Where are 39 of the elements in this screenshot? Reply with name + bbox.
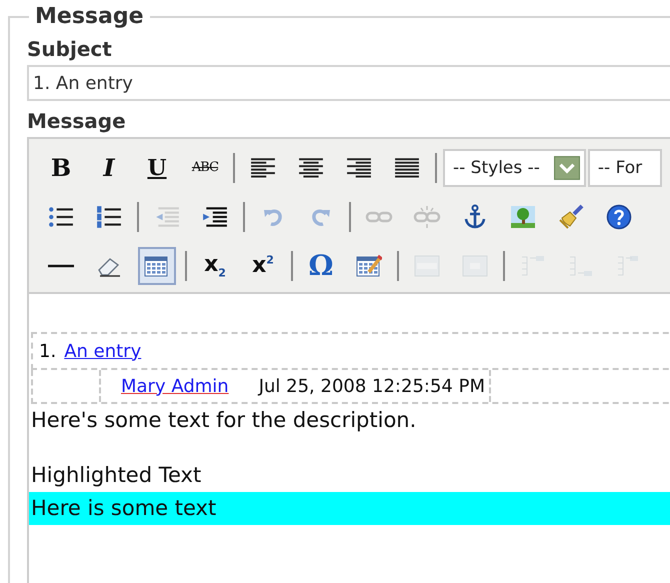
- anchor-icon: [463, 204, 487, 230]
- help-icon: [606, 204, 632, 230]
- styles-dropdown[interactable]: -- Styles --: [443, 148, 586, 186]
- line-icon: [48, 264, 74, 268]
- align-right-icon: [346, 156, 372, 178]
- italic-button[interactable]: I: [90, 148, 128, 186]
- table-cell-icon: [462, 254, 488, 278]
- fieldset-legend: Message: [29, 4, 150, 29]
- subscript-button[interactable]: x$_{2}$: [196, 246, 234, 284]
- brush-icon: [558, 204, 584, 230]
- paragraph: Highlighted Text: [30, 462, 202, 489]
- superscript-button[interactable]: x$^{2}$: [244, 246, 282, 284]
- description-text: Here's some text for the description.: [30, 407, 418, 434]
- entry-number: 1.: [39, 340, 56, 362]
- post-date: Jul 25, 2008 12:25:54 PM: [258, 376, 485, 396]
- table-button[interactable]: [138, 246, 176, 284]
- strikethrough-button[interactable]: ABC: [186, 148, 224, 186]
- numbered-list-icon: [96, 204, 122, 228]
- author-link[interactable]: Mary Admin: [121, 376, 229, 396]
- subject-label: Subject: [27, 37, 113, 61]
- align-center-icon: [298, 156, 324, 178]
- bullet-list-icon: [48, 204, 74, 228]
- highlighted-paragraph: Here is some text: [29, 492, 670, 525]
- subject-field[interactable]: 1. An entry: [27, 65, 670, 101]
- table-icon: [144, 254, 170, 278]
- unlink-icon: [413, 204, 441, 228]
- align-left-icon: [250, 156, 276, 178]
- table-row-icon: [414, 254, 440, 278]
- entry-link[interactable]: An entry: [64, 340, 142, 362]
- table-pencil-icon: [356, 254, 382, 278]
- justify-icon: [394, 156, 420, 178]
- indent-icon: [202, 204, 228, 228]
- special-char-button[interactable]: Ω: [302, 246, 340, 284]
- picture-icon: [510, 204, 536, 228]
- bold-button[interactable]: B: [42, 148, 80, 186]
- styles-dropdown[interactable]: -- For: [588, 148, 662, 186]
- outdent-icon: [154, 204, 180, 228]
- message-label: Message: [27, 109, 127, 133]
- underline-button[interactable]: U: [138, 148, 176, 186]
